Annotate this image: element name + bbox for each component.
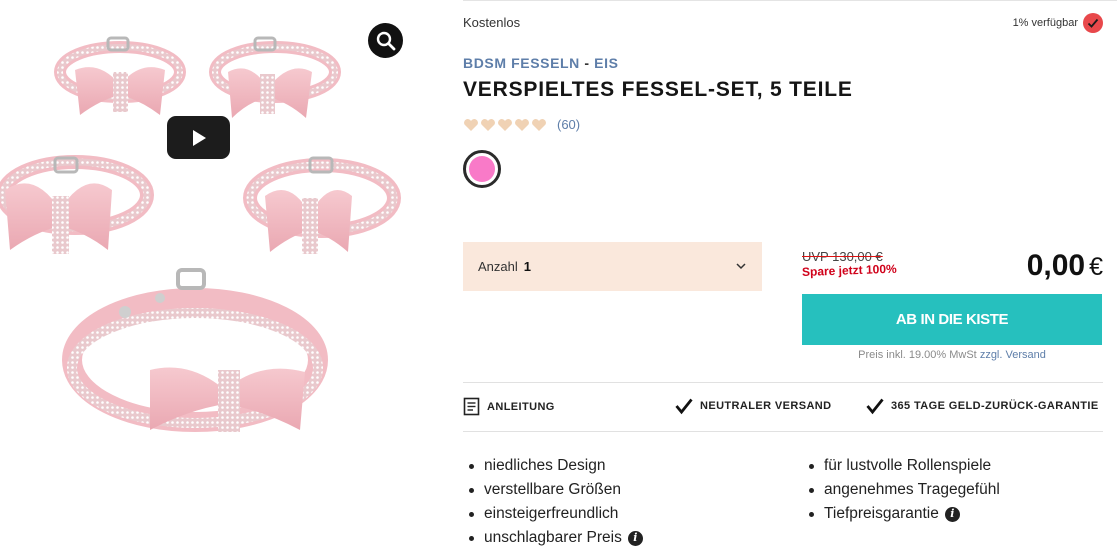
check-icon: [1083, 13, 1103, 33]
collar-small-1: [54, 36, 186, 115]
list-item: niedliches Design: [463, 454, 643, 478]
feature-label: ANLEITUNG: [487, 400, 555, 413]
swatch-color: [469, 156, 495, 182]
price-value: 0,00: [1026, 249, 1086, 282]
feature-instructions[interactable]: ANLEITUNG: [463, 397, 555, 416]
product-image[interactable]: [0, 0, 430, 554]
list-item: Tiefpreisgarantie i: [803, 502, 1000, 526]
price-free-label: Kostenlos: [463, 15, 521, 30]
checkmark-icon: [866, 398, 884, 415]
tax-note: Preis inkl. 19.00% MwSt zzgl. Versand: [802, 349, 1102, 361]
collar-medium-1: [0, 155, 154, 254]
tax-text: Preis inkl. 19.00% MwSt: [858, 349, 977, 361]
info-icon[interactable]: i: [944, 506, 960, 522]
list-item: unschlagbarer Preis i: [463, 526, 643, 550]
stock-indicator: 1% verfügbar: [1013, 13, 1103, 33]
zoom-button[interactable]: [368, 23, 403, 58]
quantity-select[interactable]: Anzahl 1: [463, 242, 762, 291]
price-currency: €: [1089, 253, 1103, 281]
feature-neutral-shipping: NEUTRALER VERSAND: [675, 397, 831, 415]
quantity-value: 1: [523, 259, 531, 274]
features-divider-top: [463, 382, 1103, 383]
collar-medium-2: [243, 156, 401, 254]
quantity-label: Anzahl: [478, 259, 518, 274]
list-item: angenehmes Tragegefühl: [803, 478, 1000, 502]
list-item: einsteigerfreundlich: [463, 502, 643, 526]
feature-list-left: niedliches Design verstellbare Größen ei…: [463, 454, 643, 550]
checkmark-icon: [675, 398, 693, 415]
feature-label: 365 TAGE GELD-ZURÜCK-GARANTIE: [891, 400, 1099, 412]
add-to-cart-button[interactable]: AB IN DIE KISTE: [802, 294, 1102, 345]
product-title: VERSPIELTES FESSEL-SET, 5 TEILE: [463, 78, 853, 101]
video-play-button[interactable]: [167, 116, 230, 159]
breadcrumb-subcategory[interactable]: EIS: [594, 55, 618, 71]
list-item: für lustvolle Rollenspiele: [803, 454, 1000, 478]
magnifier-icon: [376, 31, 395, 50]
features-divider-bottom: [463, 431, 1103, 432]
current-price: 0,00 €: [1027, 249, 1103, 283]
product-info: Kostenlos 1% verfügbar BDSM FESSELN - EI…: [463, 0, 1103, 554]
color-swatch-pink[interactable]: [463, 150, 501, 188]
collar-small-2: [209, 36, 341, 118]
breadcrumb: BDSM FESSELN - EIS: [463, 55, 619, 71]
document-icon: [463, 397, 480, 416]
list-item: verstellbare Größen: [463, 478, 643, 502]
chevron-down-icon: [736, 263, 746, 270]
collar-large: [62, 268, 328, 432]
rating[interactable]: (60): [463, 117, 580, 132]
shipping-link[interactable]: zzgl. Versand: [980, 349, 1046, 361]
savings-text: Spare jetzt 100%: [801, 261, 897, 279]
product-gallery: [0, 0, 430, 554]
heart-rating-icon: [464, 118, 546, 131]
feature-label: NEUTRALER VERSAND: [700, 400, 832, 412]
play-icon: [192, 129, 206, 146]
breadcrumb-separator: -: [584, 55, 590, 71]
feature-money-back: 365 TAGE GELD-ZURÜCK-GARANTIE: [866, 397, 1099, 415]
stock-text: 1% verfügbar: [1012, 17, 1078, 29]
feature-list-right: für lustvolle Rollenspiele angenehmes Tr…: [803, 454, 1000, 526]
breadcrumb-category[interactable]: BDSM FESSELN: [463, 55, 580, 71]
review-count[interactable]: (60): [557, 117, 580, 132]
info-icon[interactable]: i: [627, 530, 643, 546]
feature-strip: ANLEITUNG NEUTRALER VERSAND 365 TAGE GEL…: [463, 384, 1103, 431]
